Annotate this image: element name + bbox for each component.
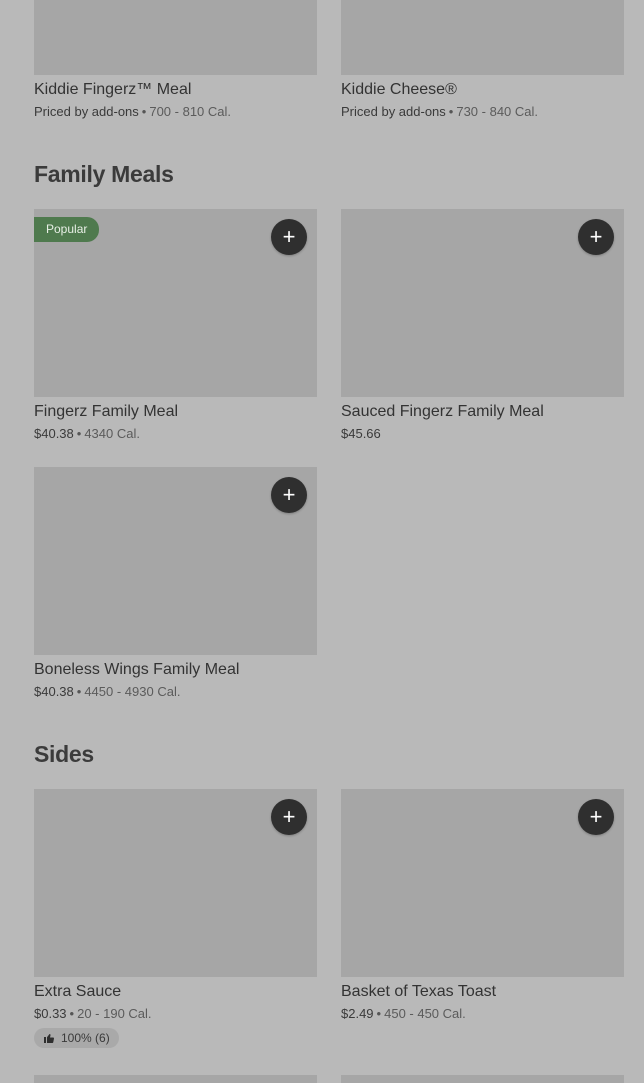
item-price: $2.49 bbox=[341, 1006, 374, 1021]
item-meta: $0.33 • 20 - 190 Cal. bbox=[34, 1005, 317, 1022]
plus-icon: + bbox=[589, 804, 603, 829]
plus-icon: + bbox=[282, 482, 296, 507]
separator-dot: • bbox=[448, 104, 454, 119]
menu-item-card[interactable]: + Extra Sauce $0.33 • 20 - 190 Cal. 100% (… bbox=[34, 789, 317, 1049]
section-title-family-meals: Family Meals bbox=[34, 161, 174, 187]
item-image: + bbox=[341, 789, 624, 977]
item-calories: 4450 - 4930 Cal. bbox=[84, 684, 181, 699]
menu-item-card[interactable] bbox=[34, 1075, 317, 1083]
item-name: Kiddie Fingerz™ Meal bbox=[34, 81, 192, 98]
item-name: Kiddie Cheese® bbox=[341, 81, 457, 98]
popular-badge: Popular bbox=[34, 217, 100, 242]
add-item-button[interactable]: + bbox=[271, 799, 307, 835]
item-meta: $2.49 • 450 - 450 Cal. bbox=[341, 1005, 624, 1022]
item-price: $40.38 bbox=[34, 684, 74, 699]
add-item-button[interactable]: + bbox=[271, 477, 307, 513]
item-price: Priced by add-ons bbox=[34, 104, 139, 119]
menu-item-card[interactable]: + Boneless Wings Family Meal $40.38 • 4450… bbox=[34, 467, 317, 700]
item-name: Boneless Wings Family Meal bbox=[34, 661, 240, 678]
item-meta: $40.38 • 4340 Cal. bbox=[34, 425, 317, 442]
item-calories: 20 - 190 Cal. bbox=[77, 1006, 152, 1021]
item-image: + bbox=[34, 467, 317, 655]
menu-item-card[interactable]: + Basket of Texas Toast $2.49 • 450 - 450 … bbox=[341, 789, 624, 1022]
separator-dot: • bbox=[76, 684, 82, 699]
thumbs-up-icon bbox=[44, 1033, 54, 1044]
menu-item-card[interactable]: Popular + Fingerz Family Meal $40.38 • 434… bbox=[34, 209, 317, 442]
separator-dot: • bbox=[141, 104, 147, 119]
plus-icon: + bbox=[282, 224, 296, 249]
menu-item-card[interactable]: Kiddie Fingerz™ Meal Priced by add-ons • 7… bbox=[34, 0, 317, 120]
item-meta: Priced by add-ons • 700 - 810 Cal. bbox=[34, 103, 317, 120]
section-title-sides: Sides bbox=[34, 741, 94, 767]
separator-dot: • bbox=[376, 1006, 382, 1021]
item-calories: 730 - 840 Cal. bbox=[456, 104, 539, 119]
item-name: Sauced Fingerz Family Meal bbox=[341, 403, 544, 420]
item-name: Basket of Texas Toast bbox=[341, 983, 497, 1000]
item-image: + bbox=[341, 209, 624, 397]
rating-value: 100% (6) bbox=[61, 1031, 110, 1045]
add-item-button[interactable]: + bbox=[271, 219, 307, 255]
item-price: $40.38 bbox=[34, 426, 74, 441]
item-price: $0.33 bbox=[34, 1006, 67, 1021]
separator-dot: • bbox=[76, 426, 82, 441]
item-calories: 450 - 450 Cal. bbox=[384, 1006, 466, 1021]
item-image bbox=[341, 1075, 624, 1083]
item-image: + bbox=[34, 789, 317, 977]
item-image bbox=[341, 0, 624, 75]
item-calories: 4340 Cal. bbox=[84, 426, 140, 441]
item-meta: $40.38 • 4450 - 4930 Cal. bbox=[34, 683, 317, 700]
menu-item-card[interactable]: Kiddie Cheese® Priced by add-ons • 730 - 8… bbox=[341, 0, 624, 120]
plus-icon: + bbox=[282, 804, 296, 829]
item-price: Priced by add-ons bbox=[341, 104, 446, 119]
plus-icon: + bbox=[589, 224, 603, 249]
item-name: Fingerz Family Meal bbox=[34, 403, 179, 420]
item-image bbox=[34, 0, 317, 75]
item-image bbox=[34, 1075, 317, 1083]
item-price: $45.66 bbox=[341, 426, 381, 441]
item-meta: $45.66 bbox=[341, 425, 624, 442]
item-meta: Priced by add-ons • 730 - 840 Cal. bbox=[341, 103, 624, 120]
item-calories: 700 - 810 Cal. bbox=[149, 104, 232, 119]
separator-dot: • bbox=[69, 1006, 75, 1021]
item-image: Popular + bbox=[34, 209, 317, 397]
add-item-button[interactable]: + bbox=[578, 219, 614, 255]
add-item-button[interactable]: + bbox=[578, 799, 614, 835]
rating-chip: 100% (6) bbox=[34, 1028, 119, 1048]
menu-item-card[interactable]: + Sauced Fingerz Family Meal $45.66 bbox=[341, 209, 624, 442]
item-name: Extra Sauce bbox=[34, 983, 122, 1000]
menu-item-card[interactable] bbox=[341, 1075, 624, 1083]
